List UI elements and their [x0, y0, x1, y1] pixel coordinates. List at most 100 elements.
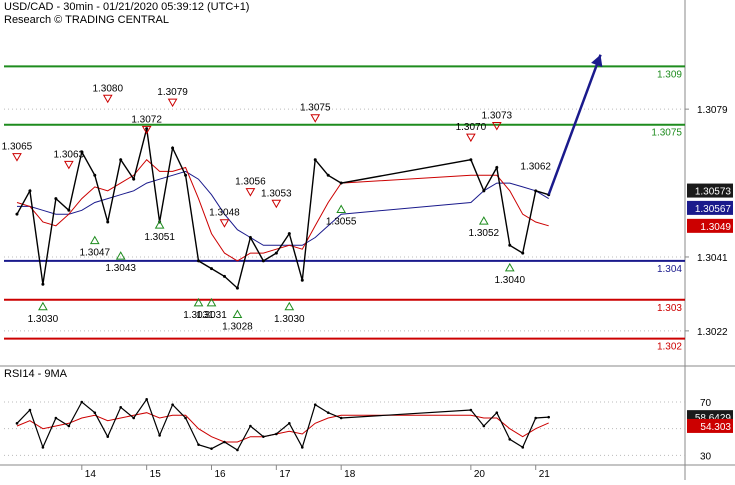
rsi-point: [223, 440, 226, 444]
x-tick-label: 18: [344, 469, 356, 480]
rsi-point: [41, 446, 45, 449]
rsi-point: [236, 448, 239, 452]
rsi-point: [80, 400, 84, 404]
swing-low-label: 1.3030: [28, 314, 59, 325]
rsi-point: [495, 411, 499, 414]
chart-title: USD/CAD - 30min - 01/21/2020 05:39:12 (U…: [4, 1, 250, 13]
price-point: [197, 259, 201, 263]
swing-low-label: 1.3031: [196, 310, 227, 321]
swing-high-label: 1.3073: [482, 110, 513, 121]
price-point: [28, 189, 32, 193]
current-price-tag: 1.30573: [695, 187, 732, 198]
annotation-label: 1.3062: [520, 161, 551, 172]
swing-high-marker: [491, 121, 502, 131]
swing-high-label: 1.3070: [456, 122, 487, 133]
rsi-point: [197, 443, 200, 446]
price-point: [300, 278, 304, 282]
price-point: [93, 173, 97, 177]
price-point: [222, 274, 226, 278]
rsi-point: [54, 416, 58, 420]
price-tick-label: 1.3022: [697, 327, 728, 338]
price-point: [171, 146, 175, 150]
rsi-tick-label: 70: [700, 398, 712, 409]
rsi-point: [28, 408, 32, 412]
swing-high-marker: [245, 188, 256, 197]
swing-low-label: 1.3040: [494, 275, 525, 286]
rsi-point: [184, 416, 187, 420]
swing-low-label: 1.3030: [274, 314, 305, 325]
price-point: [469, 158, 473, 162]
x-tick-label: 20: [474, 469, 486, 480]
swing-high-label: 1.3080: [92, 83, 123, 94]
x-tick-label: 14: [85, 469, 97, 480]
rsi-point: [521, 446, 525, 449]
swing-low-label: 1.3047: [79, 248, 110, 259]
price-tick-label: 1.3079: [697, 105, 728, 116]
swing-high-label: 1.3056: [235, 177, 266, 188]
swing-low-marker: [232, 309, 243, 319]
swing-high-marker: [219, 219, 230, 228]
price-point: [54, 197, 58, 201]
rsi-point: [106, 435, 110, 438]
x-tick-label: 15: [150, 469, 162, 480]
price-line: [16, 128, 549, 290]
x-tick-label: 21: [539, 469, 551, 480]
swing-low-marker: [504, 262, 515, 272]
swing-low-label: 1.3051: [144, 232, 175, 243]
rsi-point: [119, 406, 123, 409]
price-point: [235, 286, 239, 290]
rsi-point: [326, 411, 330, 414]
rsi-point: [67, 424, 71, 428]
rsi-point: [547, 415, 550, 419]
rsi-point: [300, 446, 304, 449]
rsi-tick-label: 30: [700, 451, 712, 462]
price-point: [184, 173, 188, 177]
price-point: [339, 181, 343, 185]
swing-high-label: 1.3065: [2, 142, 33, 153]
level-label: 1.303: [657, 303, 682, 314]
rsi-panel-title: RSI14 - 9MA: [4, 368, 67, 380]
swing-high-marker: [63, 160, 74, 170]
swing-low-marker: [89, 235, 100, 245]
price-point: [482, 189, 486, 193]
x-tick-label: 16: [214, 469, 226, 480]
swing-high-marker: [12, 153, 22, 162]
price-point: [287, 232, 291, 236]
level-label: 1.302: [657, 342, 682, 353]
price-point: [145, 127, 149, 131]
rsi-point: [132, 416, 135, 420]
rsi-point: [210, 447, 213, 450]
level-label: 1.3075: [651, 128, 682, 139]
level-label: 1.304: [657, 264, 682, 275]
swing-low-marker: [478, 216, 489, 225]
price-point: [67, 208, 71, 212]
rsi-line: [16, 398, 549, 451]
rsi-point: [171, 403, 174, 406]
price-point: [15, 212, 19, 216]
rsi-ma-tag: 54.303: [700, 422, 731, 433]
price-point: [261, 259, 265, 263]
price-point: [521, 251, 525, 255]
swing-low-label: 1.3055: [326, 217, 357, 228]
swing-low-label: 1.3028: [222, 322, 253, 333]
price-point: [508, 243, 512, 247]
x-tick-label: 17: [279, 469, 291, 480]
rsi-point: [482, 424, 486, 428]
swing-high-label: 1.3048: [209, 208, 240, 219]
rsi-point: [508, 438, 512, 441]
price-point: [495, 165, 499, 169]
swing-high-marker: [102, 94, 113, 104]
rsi-point: [15, 422, 19, 425]
price-point: [248, 236, 252, 240]
swing-high-marker: [271, 199, 282, 209]
swing-high-marker: [167, 98, 178, 108]
slow-ma-tag: 1.30567: [695, 204, 732, 215]
rsi-point: [313, 403, 317, 406]
price-point: [209, 267, 213, 271]
swing-low-marker: [336, 204, 347, 214]
price-point: [41, 282, 45, 286]
swing-high-label: 1.3079: [157, 87, 188, 98]
chart-canvas: 1.30791.30411.3022705030141516171820211.…: [0, 0, 735, 480]
price-point: [132, 177, 136, 181]
price-point: [106, 220, 110, 224]
